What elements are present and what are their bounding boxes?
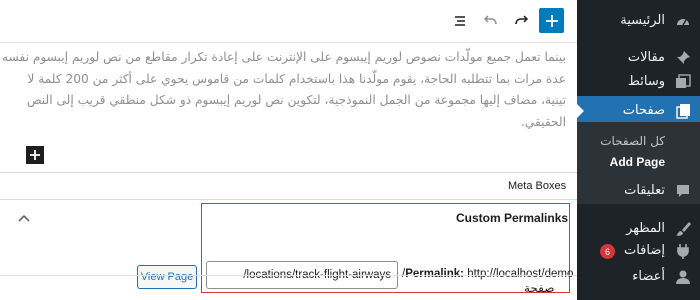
sidebar-item-label: الرئيسية [620, 13, 665, 28]
submenu-item-all-pages[interactable]: كل الصفحات [600, 134, 665, 148]
pin-icon [675, 50, 691, 66]
editor-canvas: بينما تعمل جميع مولّدات نصوص لوريم إيبسو… [0, 42, 577, 174]
undo-icon [483, 15, 497, 25]
custom-permalinks-box: Custom Permalinks /Permalink: http://loc… [201, 203, 574, 293]
dashboard-icon [675, 13, 691, 29]
metaboxes-title: Meta Boxes [508, 180, 567, 192]
document-overview-button[interactable] [448, 9, 472, 33]
collapse-button[interactable] [17, 211, 31, 225]
paragraph-block[interactable]: بينما تعمل جميع مولّدات نصوص لوريم إيبسو… [0, 43, 572, 133]
sidebar-item-users[interactable]: أعضاء [577, 262, 700, 292]
inserter-button[interactable] [26, 146, 44, 164]
redo-icon [515, 15, 529, 25]
plus-icon [30, 150, 40, 160]
page-panel-label: صفحة [524, 281, 555, 295]
sidebar-item-media[interactable]: وسائط [577, 67, 700, 97]
sidebar-item-label: إضافات [623, 243, 665, 258]
plugin-icon [675, 243, 691, 259]
user-icon [675, 269, 691, 285]
add-block-button[interactable] [539, 8, 564, 33]
media-icon [675, 74, 691, 90]
comment-icon [675, 183, 691, 199]
sidebar-item-label: صفحات [622, 103, 665, 118]
admin-sidebar: الرئيسية مقالات وسائط صفحات كل الصفحات A… [576, 0, 700, 300]
custom-permalinks-title: Custom Permalinks [456, 211, 569, 225]
sidebar-item-comments[interactable]: تعليقات [577, 176, 700, 206]
pages-icon [675, 103, 691, 119]
sidebar-item-label: أعضاء [632, 269, 665, 284]
divider [0, 275, 577, 276]
plus-icon [545, 14, 558, 27]
undo-button[interactable] [478, 9, 502, 33]
view-page-button[interactable]: View Page [137, 265, 197, 289]
list-view-icon [455, 16, 465, 26]
brush-icon [675, 221, 691, 237]
chevron-up-icon [18, 214, 30, 222]
sidebar-item-label: تعليقات [624, 183, 665, 198]
permalink-base-url: http://localhost/demo [467, 268, 574, 280]
permalink-label-text: Permalink: [405, 268, 465, 280]
metaboxes-header: Meta Boxes [0, 172, 577, 200]
sidebar-item-dashboard[interactable]: الرئيسية [577, 6, 700, 36]
sidebar-item-label: وسائط [627, 74, 665, 89]
sidebar-item-label: المظهر [626, 221, 665, 236]
submenu-item-add-page[interactable]: Add Page [610, 155, 665, 169]
update-count-badge: 6 [600, 244, 615, 259]
permalink-label: /Permalink: http://localhost/demo [402, 268, 574, 280]
sidebar-item-label: مقالات [627, 50, 665, 65]
redo-button[interactable] [510, 9, 534, 33]
active-indicator [576, 103, 584, 119]
